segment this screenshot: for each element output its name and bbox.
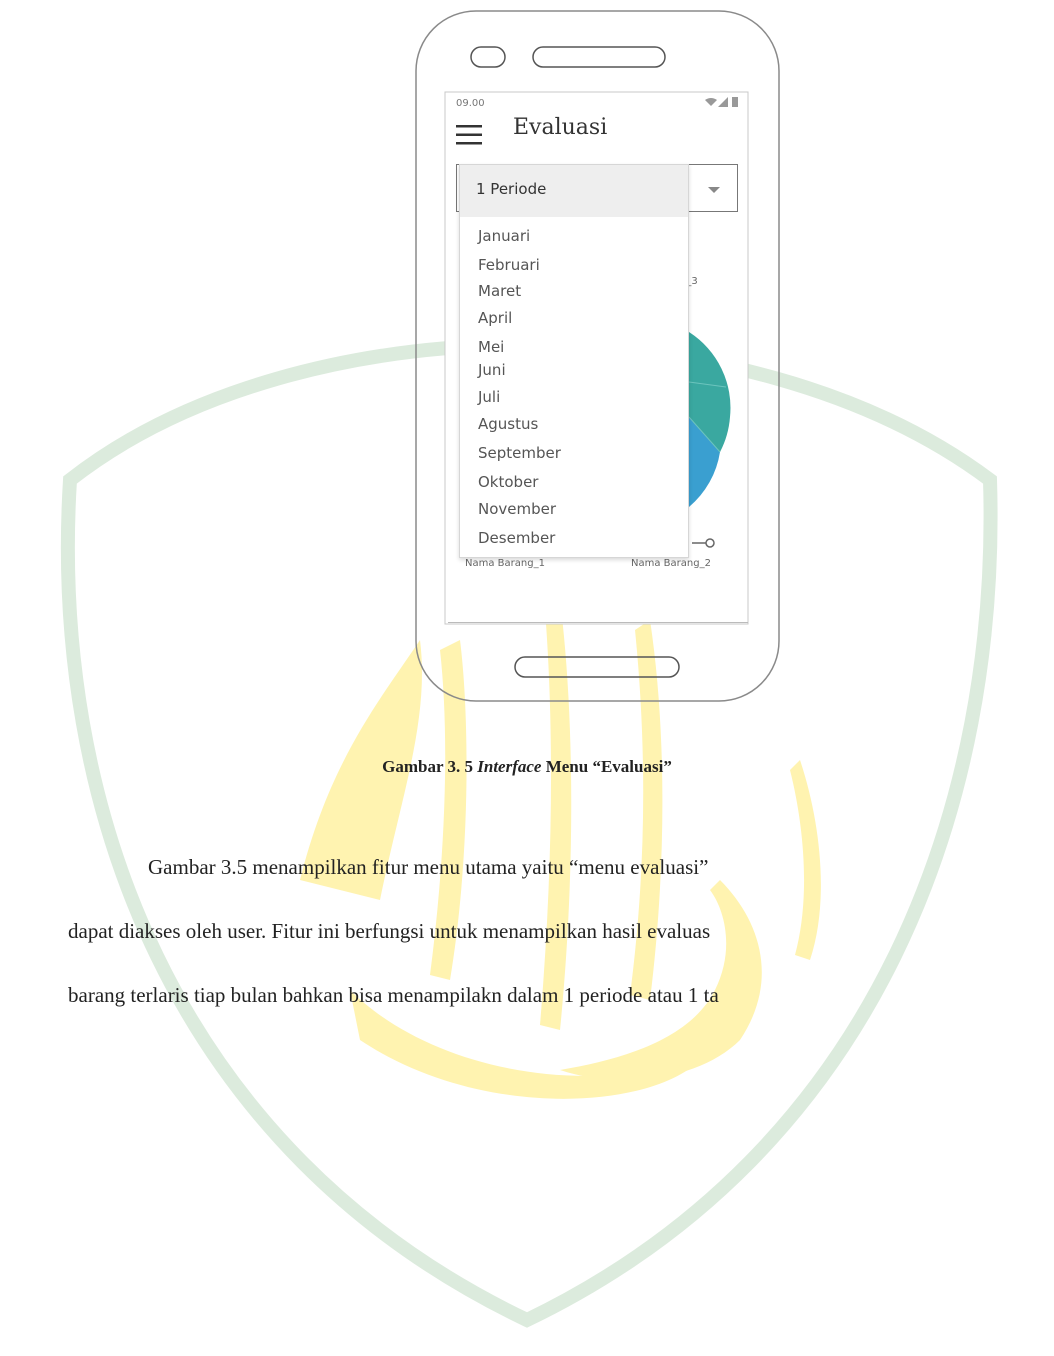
- period-dropdown: 1 Periode Januari Februari Maret April M…: [459, 164, 689, 558]
- dropdown-selected-value[interactable]: 1 Periode: [460, 165, 688, 217]
- paragraph-line-3: barang terlaris tiap bulan bahkan bisa m…: [68, 983, 719, 1007]
- wifi-icon: [705, 98, 717, 106]
- phone-home-button[interactable]: [514, 656, 680, 678]
- chart-label-item-1: Nama Barang_1: [465, 558, 545, 569]
- dropdown-option-januari[interactable]: Januari: [478, 227, 530, 245]
- phone-camera: [470, 46, 506, 68]
- dropdown-option-maret[interactable]: Maret: [478, 282, 521, 300]
- figure-caption: Gambar 3. 5 Interface Menu “Evaluasi”: [0, 757, 1054, 777]
- dropdown-option-april[interactable]: April: [478, 309, 512, 327]
- dropdown-option-oktober[interactable]: Oktober: [478, 473, 538, 491]
- caption-italic: Interface: [477, 757, 542, 776]
- dropdown-option-mei[interactable]: Mei: [478, 338, 504, 356]
- paragraph-line-1: Gambar 3.5 menampilkan fitur menu utama …: [148, 855, 709, 879]
- chart-label-item-2: Nama Barang_2: [631, 558, 711, 569]
- app-title: Evaluasi: [513, 115, 608, 140]
- dropdown-option-juni[interactable]: Juni: [478, 361, 506, 379]
- legend-marker: [705, 538, 715, 548]
- status-time: 09.00: [456, 98, 485, 109]
- dropdown-option-juli[interactable]: Juli: [478, 388, 500, 406]
- dropdown-option-november[interactable]: November: [478, 500, 556, 518]
- chevron-down-icon[interactable]: [707, 186, 721, 194]
- signal-icon: [718, 97, 728, 107]
- dropdown-option-desember[interactable]: Desember: [478, 529, 555, 547]
- chart-divider: [448, 622, 748, 623]
- dropdown-option-september[interactable]: September: [478, 444, 561, 462]
- pie-slice-teal: [689, 332, 731, 417]
- caption-prefix: Gambar 3. 5: [382, 757, 478, 776]
- paragraph-line-2: dapat diakses oleh user. Fitur ini berfu…: [68, 919, 711, 943]
- battery-icon: [732, 97, 738, 107]
- hamburger-menu-icon[interactable]: [456, 124, 482, 146]
- phone-speaker: [532, 46, 666, 68]
- dropdown-option-februari[interactable]: Februari: [478, 256, 540, 274]
- dropdown-option-agustus[interactable]: Agustus: [478, 415, 538, 433]
- caption-suffix: Menu “Evaluasi”: [541, 757, 672, 776]
- status-icons: [705, 97, 738, 107]
